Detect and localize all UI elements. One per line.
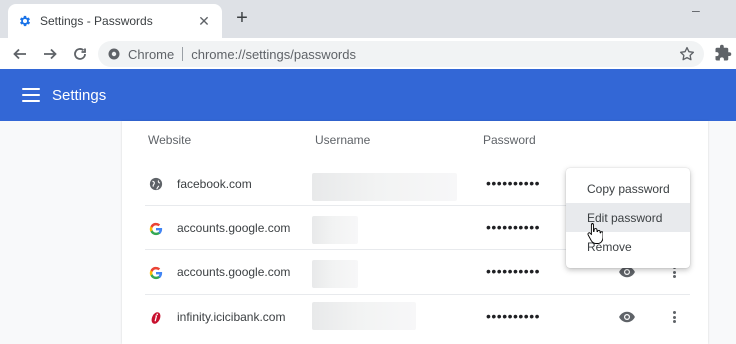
reload-icon[interactable] <box>68 42 92 66</box>
settings-header: Settings <box>0 69 736 121</box>
more-actions-kebab-icon[interactable] <box>668 308 680 326</box>
hand-cursor-icon <box>587 222 604 244</box>
row-site-name: accounts.google.com <box>177 265 291 279</box>
chip-label: Chrome <box>128 46 175 62</box>
password-dots: •••••••••• <box>486 175 541 191</box>
menu-item-copy-password[interactable]: Copy password <box>566 174 690 203</box>
google-icon <box>148 221 164 237</box>
icici-icon <box>148 310 164 326</box>
tab-title: Settings - Passwords <box>40 14 153 28</box>
globe-icon <box>148 176 164 192</box>
minimize-button[interactable]: – <box>692 3 706 17</box>
gear-icon <box>18 14 32 28</box>
column-header-username: Username <box>315 133 371 147</box>
new-tab-button[interactable]: + <box>232 8 252 29</box>
tab-strip: Settings - Passwords ✕ + – <box>0 0 736 38</box>
row-site-name: facebook.com <box>177 177 252 191</box>
username-redacted <box>312 260 358 288</box>
username-redacted <box>312 216 358 244</box>
bookmark-star-icon[interactable] <box>678 45 696 63</box>
row-divider <box>145 294 690 295</box>
extensions-puzzle-icon[interactable] <box>714 44 732 62</box>
menu-item-remove[interactable]: Remove <box>566 232 690 261</box>
password-dots: •••••••••• <box>486 263 541 279</box>
show-password-eye-icon[interactable] <box>618 308 636 326</box>
site-info-chip[interactable]: Chrome <box>108 47 174 62</box>
url-path: settings/passwords <box>245 46 356 62</box>
row-site-name: accounts.google.com <box>177 221 291 235</box>
google-icon <box>148 265 164 281</box>
toolbar: Chrome chrome://settings/passwords <box>0 38 736 69</box>
back-arrow-icon[interactable] <box>8 42 32 66</box>
forward-arrow-icon[interactable] <box>38 42 62 66</box>
column-header-password: Password <box>483 133 536 147</box>
username-redacted <box>312 173 457 201</box>
tab-settings-passwords[interactable]: Settings - Passwords ✕ <box>8 4 222 38</box>
page-title: Settings <box>52 86 107 104</box>
address-bar[interactable]: Chrome chrome://settings/passwords <box>98 41 704 67</box>
chrome-logo-icon <box>108 48 120 60</box>
url-prefix: chrome:// <box>191 46 246 62</box>
url-text: chrome://settings/passwords <box>191 47 356 62</box>
username-redacted <box>312 302 416 330</box>
password-dots: •••••••••• <box>486 308 541 324</box>
close-icon[interactable]: ✕ <box>196 13 212 29</box>
password-dots: •••••••••• <box>486 219 541 235</box>
row-site-name: infinity.icicibank.com <box>177 310 286 324</box>
address-separator <box>182 47 184 61</box>
menu-item-edit-password[interactable]: Edit password <box>566 203 690 232</box>
password-context-menu: Copy password Edit password Remove <box>566 168 690 268</box>
menu-hamburger-icon[interactable] <box>22 88 40 102</box>
column-header-website: Website <box>148 133 192 147</box>
